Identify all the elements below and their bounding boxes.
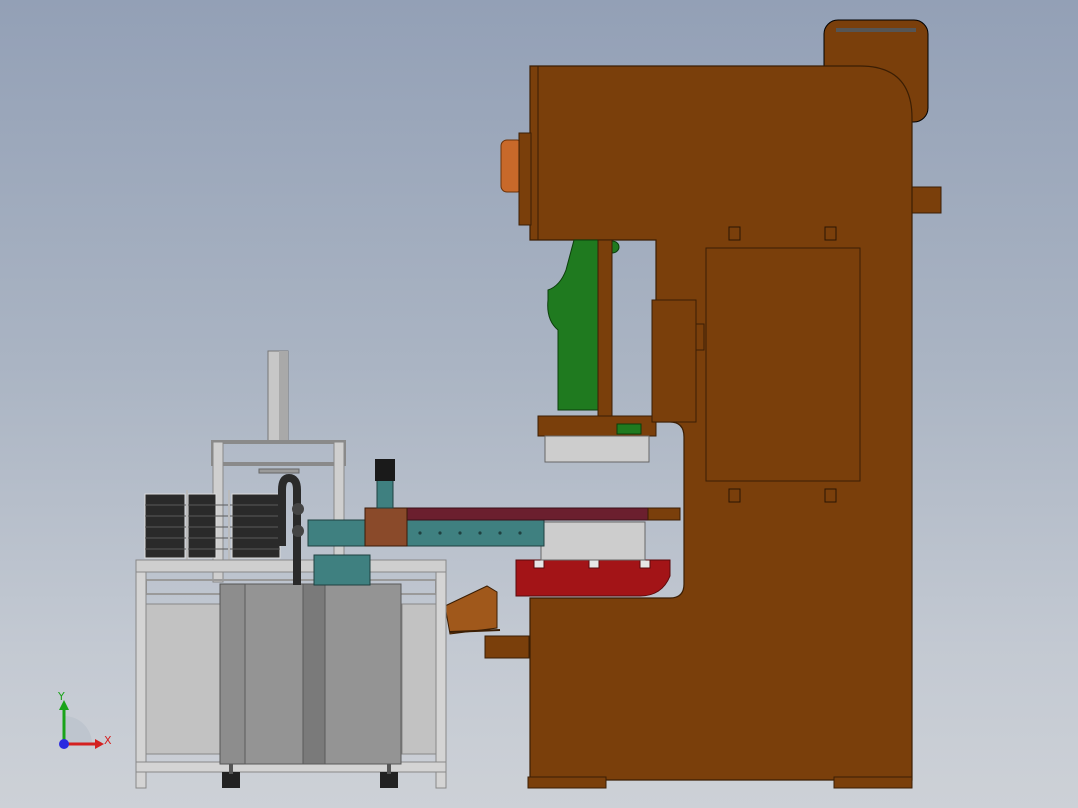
foot-stem-2 — [387, 764, 391, 774]
bolster-slot-3 — [639, 559, 651, 569]
feed-rail — [307, 519, 545, 547]
feed-carriage — [364, 507, 408, 547]
blank-stack-2 — [187, 493, 217, 559]
cabinet-door-mid — [302, 583, 326, 765]
bolster-slot-2 — [588, 559, 600, 569]
feed-belt — [403, 507, 681, 521]
pulley-2 — [292, 525, 304, 537]
base-frame-left-leg — [135, 571, 147, 789]
carriage-actuator — [376, 477, 394, 509]
servo-motor — [313, 554, 371, 586]
panel-hinge-1 — [728, 226, 741, 241]
stack-rod-1 — [186, 490, 188, 560]
upper-frame — [211, 440, 346, 466]
table-top — [135, 559, 447, 573]
side-stub — [909, 186, 942, 214]
feed-belt-end — [647, 507, 681, 521]
panel-hinge-3 — [728, 488, 741, 503]
pusher-plate — [258, 468, 300, 474]
cabinet-door-left — [244, 583, 304, 765]
die-label-plate — [616, 423, 642, 435]
pulley-1 — [292, 503, 304, 515]
base-foot-left — [527, 776, 607, 789]
die-shoe — [544, 435, 650, 463]
slide-guide — [597, 239, 613, 421]
blank-stack-1 — [144, 493, 186, 559]
triad-y-label: Y — [57, 690, 65, 703]
cad-viewport[interactable]: Y X — [0, 0, 1078, 808]
lower-die — [540, 521, 646, 561]
control-box — [651, 299, 697, 423]
panel-hinge-4 — [824, 488, 837, 503]
bolster-slot-1 — [533, 559, 545, 569]
cylinder-shade — [279, 351, 288, 443]
stack-rod-2 — [228, 490, 230, 560]
discharge-chute — [444, 585, 498, 635]
leveling-foot-2 — [380, 772, 398, 788]
side-panel-left — [145, 603, 223, 755]
chute-mount — [484, 635, 530, 659]
triad-x-label: X — [104, 734, 112, 747]
blank-stack-3 — [231, 493, 281, 559]
carriage-actuator-head — [375, 459, 395, 481]
cabinet-door-right — [324, 583, 402, 765]
foot-stem-1 — [229, 764, 233, 774]
base-frame-right-leg — [435, 571, 447, 789]
crank-plate — [518, 132, 532, 226]
side-door-panel — [705, 247, 861, 482]
panel-hinge-2 — [824, 226, 837, 241]
xyz-axis-triad-icon: Y X — [57, 690, 112, 749]
base-foot-right — [833, 776, 913, 789]
side-panel-right — [401, 603, 437, 755]
punch-press — [444, 19, 942, 789]
leveling-foot-1 — [222, 772, 240, 788]
assembly-drawing: Y X — [57, 19, 942, 789]
